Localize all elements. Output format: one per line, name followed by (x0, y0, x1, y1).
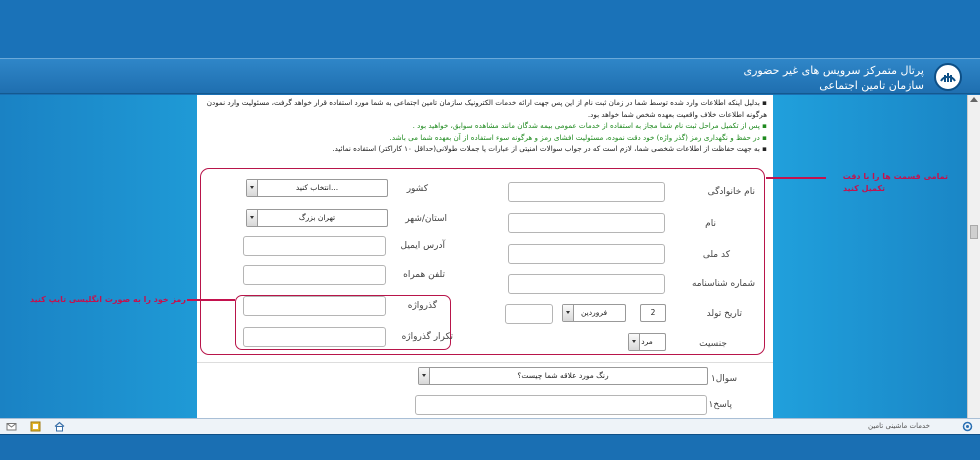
mobile-input[interactable] (243, 265, 386, 285)
id-number-label: شماره شناسنامه (691, 279, 755, 289)
birth-date-label: تاریخ تولد (706, 309, 742, 319)
mobile-label: تلفن همراه (403, 270, 445, 280)
gender-label: جنسیت (699, 339, 727, 349)
annotation-line (187, 299, 235, 301)
family-name-label: نام خانوادگی (707, 187, 755, 197)
note-item: ▪ پس از تکمیل مراحل ثبت نام شما مجاز به … (412, 121, 767, 131)
chevron-down-icon[interactable] (629, 334, 640, 350)
notes-list: ▪ بدلیل اینکه اطلاعات وارد شده توسط شما … (201, 97, 767, 155)
password-confirm-input[interactable] (243, 327, 386, 347)
status-bar: خدمات ماشینی تامین (0, 418, 980, 434)
portal-subtitle: سازمان تامین اجتماعی (819, 79, 924, 92)
note-item: ▪ به جهت حفاظت از اطلاعات شخصی شما، لازم… (332, 144, 767, 154)
answer1-input[interactable] (415, 395, 707, 415)
birth-day-select[interactable]: 2 (640, 304, 666, 322)
scroll-grip[interactable] (970, 225, 978, 239)
note-item: ▪ بدلیل اینکه اطلاعات وارد شده توسط شما … (206, 98, 767, 119)
section-divider (197, 362, 773, 363)
answer1-label: پاسخ۱ (708, 400, 732, 410)
service-icon[interactable] (962, 421, 973, 432)
password-label: گذرواژه (407, 301, 437, 311)
birth-month-select[interactable]: فروردین (562, 304, 626, 322)
national-code-label: کد ملی (702, 250, 730, 260)
country-label: کشور (406, 184, 428, 194)
gender-value: مرد (641, 337, 653, 346)
status-text: خدمات ماشینی تامین (867, 422, 930, 430)
province-value: تهران بزرگ (298, 213, 336, 222)
chevron-down-icon[interactable] (563, 305, 574, 321)
birth-day-value: 2 (650, 308, 656, 317)
country-select[interactable]: انتخاب کنید... (246, 179, 388, 197)
birth-month-value: فروردین (580, 308, 608, 317)
id-number-input[interactable] (508, 274, 665, 294)
bottom-band (0, 434, 980, 460)
home-icon[interactable] (54, 421, 65, 432)
left-background (0, 95, 197, 418)
top-band (0, 0, 980, 58)
first-name-label: نام (705, 219, 716, 229)
country-value: انتخاب کنید... (295, 183, 339, 192)
mail-icon[interactable] (6, 421, 17, 432)
portal-title: پرتال متمرکز سرویس های غیر حضوری (743, 64, 925, 77)
fill-all-annotation-2: تکمیل کنید (842, 184, 885, 193)
folder-icon[interactable] (30, 421, 41, 432)
email-label: آدرس ایمیل (400, 241, 445, 251)
vertical-scrollbar[interactable] (967, 95, 980, 418)
province-select[interactable]: تهران بزرگ (246, 209, 388, 227)
password-input[interactable] (243, 296, 386, 316)
right-background (773, 95, 967, 418)
province-label: استان/شهر (405, 214, 447, 224)
question1-value: رنگ مورد علاقه شما چیست؟ (517, 371, 609, 380)
first-name-input[interactable] (508, 213, 665, 233)
family-name-input[interactable] (508, 182, 665, 202)
chevron-down-icon[interactable] (247, 210, 258, 226)
email-input[interactable] (243, 236, 386, 256)
birth-year-input[interactable] (505, 304, 553, 324)
password-annotation: رمز خود را به صورت انگلیسی تایپ کنید (30, 295, 186, 304)
note-item: ▪ در حفظ و نگهداری رمز (گذر واژه) خود دق… (389, 132, 767, 142)
chevron-down-icon[interactable] (419, 368, 430, 384)
scroll-up-icon[interactable] (970, 97, 978, 102)
fill-all-annotation: تمامی قسمت ها را با دقت (842, 172, 948, 181)
chevron-down-icon[interactable] (247, 180, 258, 196)
annotation-line (766, 177, 826, 179)
password-confirm-label: تکرار گذرواژه (401, 332, 453, 342)
portal-header: پرتال متمرکز سرویس های غیر حضوری سازمان … (0, 58, 980, 94)
question1-label: سوال۱ (710, 374, 737, 384)
tamin-logo-icon[interactable] (934, 63, 962, 91)
national-code-input[interactable] (508, 244, 665, 264)
gender-select[interactable]: مرد (628, 333, 666, 351)
question1-select[interactable]: رنگ مورد علاقه شما چیست؟ (418, 367, 708, 385)
